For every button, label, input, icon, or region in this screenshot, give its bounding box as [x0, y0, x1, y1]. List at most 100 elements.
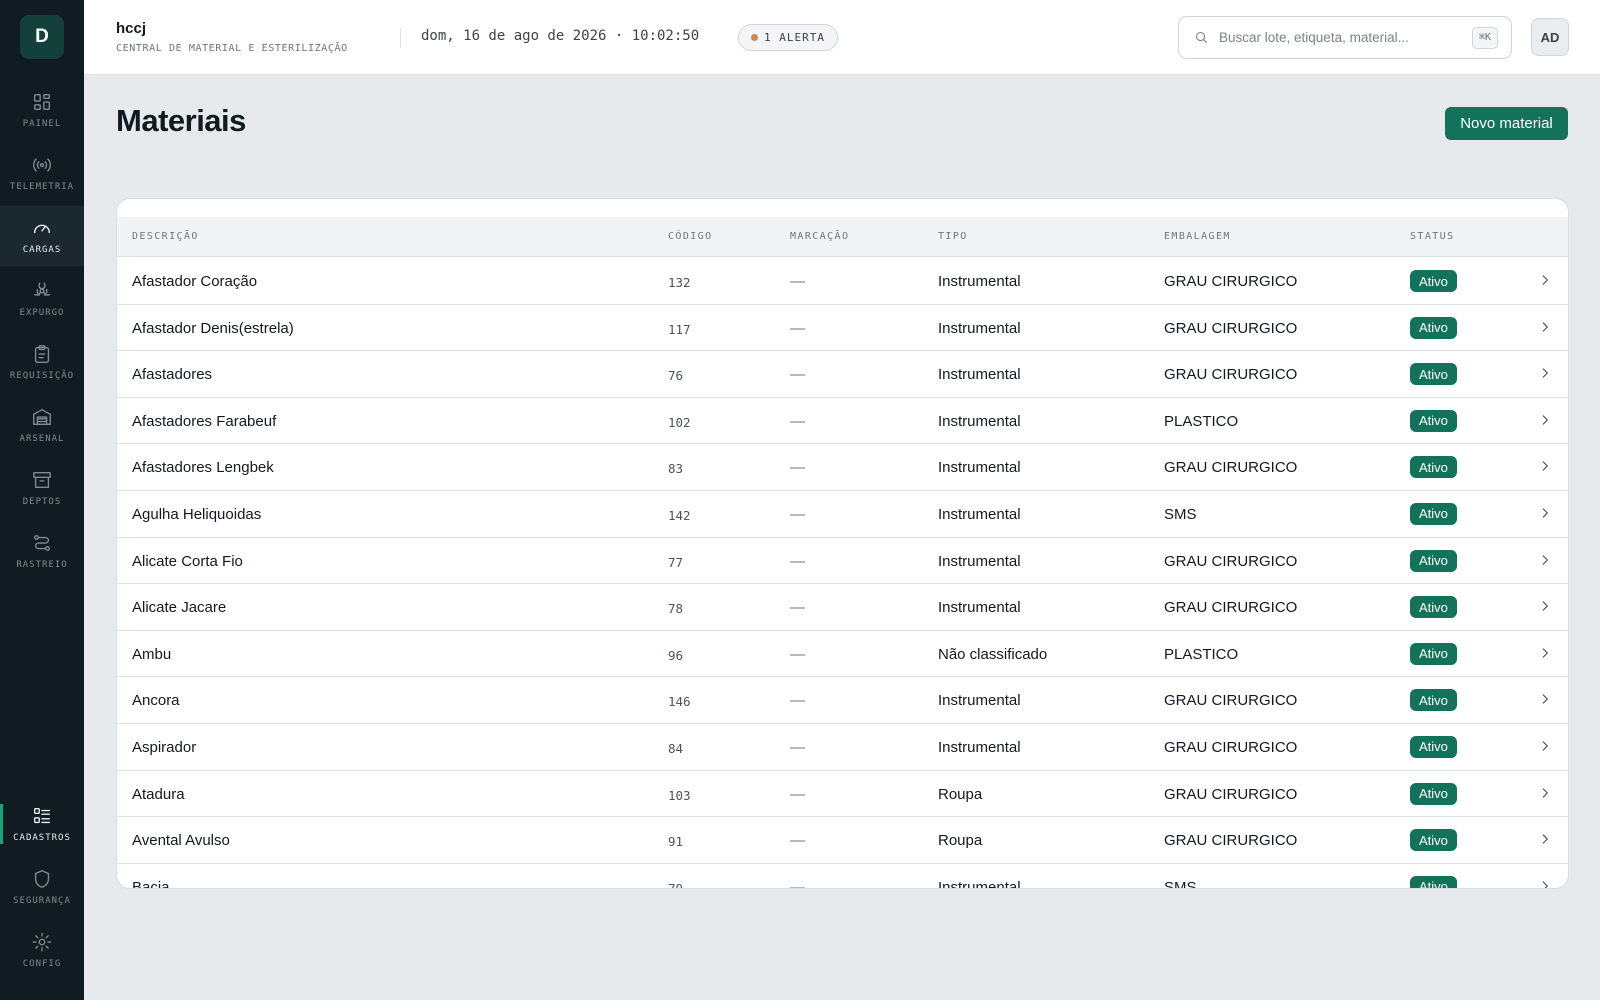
chevron-right-icon[interactable]: [1538, 786, 1552, 800]
column-header-status[interactable]: STATUS: [1410, 231, 1455, 242]
table-row[interactable]: Ancora 146 — Instrumental GRAU CIRURGICO…: [117, 677, 1568, 724]
status-badge: Ativo: [1410, 270, 1457, 292]
table-row[interactable]: Afastador Denis(estrela) 117 — Instrumen…: [117, 305, 1568, 352]
cell-embalagem: GRAU CIRURGICO: [1164, 738, 1298, 756]
sidebar-item-painel[interactable]: PAINEL: [0, 80, 84, 140]
chevron-right-icon[interactable]: [1538, 506, 1552, 520]
chevron-right-icon[interactable]: [1538, 553, 1552, 567]
sidebar-item-seguranca[interactable]: SEGURANÇA: [0, 857, 84, 917]
column-header-tipo[interactable]: TIPO: [938, 231, 968, 242]
cell-embalagem: GRAU CIRURGICO: [1164, 273, 1298, 290]
cell-descricao: Afastador Coração: [132, 273, 258, 290]
alert-badge[interactable]: 1 ALERTA: [738, 24, 838, 51]
cell-descricao: Bacia: [132, 878, 170, 889]
cell-codigo: 146: [668, 694, 691, 710]
cell-embalagem: PLASTICO: [1164, 645, 1239, 663]
shield-icon: [34, 870, 50, 888]
search-shortcut-hint: ⌘K: [1471, 26, 1498, 49]
sidebar-item-config[interactable]: CONFIG: [0, 920, 84, 980]
table-row[interactable]: Afastadores Farabeuf 102 — Instrumental …: [117, 398, 1568, 445]
cell-codigo: 91: [668, 834, 684, 850]
table-row[interactable]: Afastador Coração 132 — Instrumental GRA…: [117, 258, 1568, 305]
alert-dot-icon: [751, 34, 758, 41]
sidebar-item-cadastros[interactable]: CADASTROS: [0, 794, 84, 854]
status-badge: Ativo: [1410, 502, 1457, 525]
cell-tipo: Instrumental: [938, 692, 1021, 710]
status-badge: Ativo: [1410, 642, 1457, 665]
chevron-right-icon[interactable]: [1538, 366, 1552, 380]
cell-codigo: 78: [668, 601, 684, 617]
chevron-right-icon[interactable]: [1538, 599, 1552, 613]
cell-descricao: Alicate Jacare: [132, 599, 227, 617]
new-material-button[interactable]: Novo material: [1445, 107, 1568, 140]
chevron-right-icon[interactable]: [1538, 413, 1552, 427]
column-header-codigo[interactable]: CÓDIGO: [668, 231, 713, 242]
chevron-right-icon[interactable]: [1538, 739, 1552, 753]
cell-descricao: Afastador Denis(estrela): [132, 319, 294, 337]
status-badge: Ativo: [1410, 409, 1457, 432]
cell-codigo: 96: [668, 647, 684, 663]
chevron-right-icon[interactable]: [1538, 879, 1552, 888]
cell-tipo: Instrumental: [938, 459, 1021, 477]
sidebar-item-rastreio[interactable]: RASTREIO: [0, 521, 84, 581]
sidebar-item-arsenal[interactable]: ARSENAL: [0, 395, 84, 455]
search-box[interactable]: ⌘K: [1178, 16, 1512, 59]
status-badge: Ativo: [1410, 875, 1457, 888]
sidebar-item-deptos[interactable]: DEPTOS: [0, 458, 84, 518]
chevron-right-icon[interactable]: [1538, 832, 1552, 846]
cell-embalagem: GRAU CIRURGICO: [1164, 692, 1298, 710]
status-badge: Ativo: [1410, 456, 1457, 479]
clipboard-icon: [34, 345, 50, 363]
sidebar-item-label: RASTREIO: [16, 560, 68, 570]
sidebar-item-label: DEPTOS: [22, 497, 62, 507]
cell-codigo: 103: [668, 787, 691, 803]
user-avatar[interactable]: AD: [1531, 18, 1569, 56]
chevron-right-icon[interactable]: [1538, 646, 1552, 660]
cell-embalagem: GRAU CIRURGICO: [1164, 459, 1298, 477]
table-row[interactable]: Ambu 96 — Não classificado PLASTICO Ativ…: [117, 631, 1568, 678]
status-badge: Ativo: [1410, 829, 1457, 852]
chevron-right-icon[interactable]: [1538, 692, 1552, 706]
cell-tipo: Não classificado: [938, 645, 1048, 663]
chevron-right-icon[interactable]: [1538, 273, 1552, 287]
cell-codigo: 76: [668, 368, 684, 384]
sidebar-item-cargas[interactable]: CARGAS: [0, 206, 84, 266]
cell-marcacao: —: [790, 319, 805, 337]
cell-codigo: 132: [668, 275, 691, 290]
sidebar-item-expurgo[interactable]: EXPURGO: [0, 269, 84, 329]
table-header: DESCRIÇÃO CÓDIGO MARCAÇÃO TIPO EMBALAGEM…: [117, 217, 1568, 257]
table-row[interactable]: Agulha Heliquoidas 142 — Instrumental SM…: [117, 491, 1568, 538]
sidebar-item-label: SEGURANÇA: [13, 896, 71, 906]
table-row[interactable]: Aspirador 84 — Instrumental GRAU CIRURGI…: [117, 724, 1568, 771]
app-logo[interactable]: D: [20, 15, 64, 59]
cell-marcacao: —: [790, 645, 805, 663]
sidebar-item-telemetria[interactable]: TELEMETRIA: [0, 143, 84, 203]
cell-embalagem: GRAU CIRURGICO: [1164, 832, 1298, 850]
cell-codigo: 84: [668, 740, 684, 756]
cell-descricao: Agulha Heliquoidas: [132, 505, 262, 523]
sidebar-item-label: ARSENAL: [19, 434, 65, 444]
search-input[interactable]: [1219, 30, 1472, 45]
cell-marcacao: —: [790, 412, 805, 430]
cell-tipo: Instrumental: [938, 412, 1021, 430]
table-row[interactable]: Alicate Corta Fio 77 — Instrumental GRAU…: [117, 538, 1568, 585]
table-row[interactable]: Bacia 79 — Instrumental SMS Ativo: [117, 864, 1568, 889]
cell-marcacao: —: [790, 599, 805, 617]
cell-codigo: 117: [668, 321, 691, 337]
sidebar-item-label: EXPURGO: [19, 308, 65, 318]
table-row[interactable]: Avental Avulso 91 — Roupa GRAU CIRURGICO…: [117, 817, 1568, 864]
chevron-right-icon[interactable]: [1538, 320, 1552, 334]
cell-descricao: Avental Avulso: [132, 832, 230, 850]
table-row[interactable]: Atadura 103 — Roupa GRAU CIRURGICO Ativo: [117, 771, 1568, 818]
cell-descricao: Afastadores Lengbek: [132, 459, 274, 477]
chevron-right-icon[interactable]: [1538, 459, 1552, 473]
table-row[interactable]: Alicate Jacare 78 — Instrumental GRAU CI…: [117, 584, 1568, 631]
org-subtitle: CENTRAL DE MATERIAL E ESTERILIZAÇÃO: [116, 43, 348, 54]
table-row[interactable]: Afastadores Lengbek 83 — Instrumental GR…: [117, 444, 1568, 491]
table-row[interactable]: Afastadores 76 — Instrumental GRAU CIRUR…: [117, 351, 1568, 398]
column-header-embalagem[interactable]: EMBALAGEM: [1164, 231, 1231, 242]
column-header-descricao[interactable]: DESCRIÇÃO: [132, 231, 199, 242]
column-header-marcacao[interactable]: MARCAÇÃO: [790, 231, 849, 242]
sidebar-item-requisicao[interactable]: REQUISIÇÃO: [0, 332, 84, 392]
cell-tipo: Instrumental: [938, 738, 1021, 756]
